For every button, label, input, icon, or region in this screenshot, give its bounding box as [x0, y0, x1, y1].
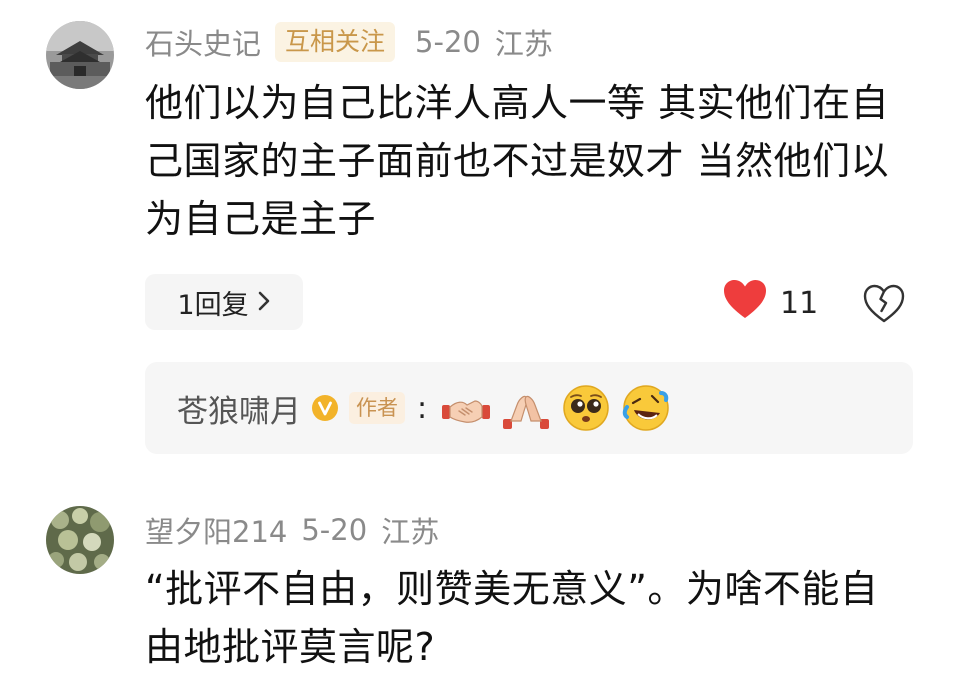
- broken-heart-icon[interactable]: [862, 282, 906, 326]
- like-button[interactable]: 11: [722, 278, 818, 328]
- handshake-emoji: [441, 383, 491, 433]
- username[interactable]: 望夕阳214: [145, 509, 287, 551]
- comment-date: 5-20: [301, 513, 368, 547]
- pleading-face-emoji: [561, 383, 611, 433]
- comment-date: 5-20: [415, 25, 481, 59]
- comment-text: “批评不自由，则赞美无意义”。为啥不能自由地批评莫言呢?: [145, 567, 879, 669]
- mutual-follow-badge: 互相关注: [275, 22, 396, 62]
- comment-location: 江苏: [494, 27, 553, 61]
- reply-separator: :: [417, 390, 428, 426]
- author-reply: 苍狼啸月 作者 :: [177, 384, 671, 432]
- comment-feed: 石头史记 互相关注 5-20 江苏 他们以为自己比洋人高人一等 其实他们在自己国…: [0, 0, 960, 681]
- comment-text: 他们以为自己比洋人高人一等 其实他们在自己国家的主子面前也不过是奴才 当然他们以…: [145, 81, 890, 241]
- like-count: 11: [780, 285, 819, 321]
- author-reply-preview[interactable]: 苍狼啸月 作者 :: [145, 362, 913, 454]
- author-tag: 作者: [349, 392, 405, 424]
- clapping-hands-emoji: [501, 383, 551, 433]
- view-replies-button[interactable]: 1回复: [145, 274, 303, 330]
- avatar[interactable]: [46, 506, 114, 574]
- rolling-laughing-emoji: [621, 383, 671, 433]
- heart-icon: [722, 278, 768, 328]
- verified-icon: [311, 394, 339, 422]
- comment-meta: 望夕阳214 5-20 江苏: [145, 508, 439, 552]
- avatar[interactable]: [46, 21, 114, 89]
- username[interactable]: 石头史记: [145, 21, 261, 63]
- comment-location: 江苏: [381, 515, 440, 549]
- comment-item: 望夕阳214 5-20 江苏 “批评不自由，则赞美无意义”。为啥不能自由地批评莫…: [0, 490, 960, 681]
- reply-count-label: 1回复: [177, 289, 249, 321]
- comment-meta: 石头史记 互相关注 5-20 江苏: [145, 20, 553, 64]
- chevron-right-icon: [257, 286, 271, 319]
- comment-item: 石头史记 互相关注 5-20 江苏 他们以为自己比洋人高人一等 其实他们在自己国…: [0, 0, 960, 470]
- reply-username[interactable]: 苍狼啸月: [177, 386, 301, 431]
